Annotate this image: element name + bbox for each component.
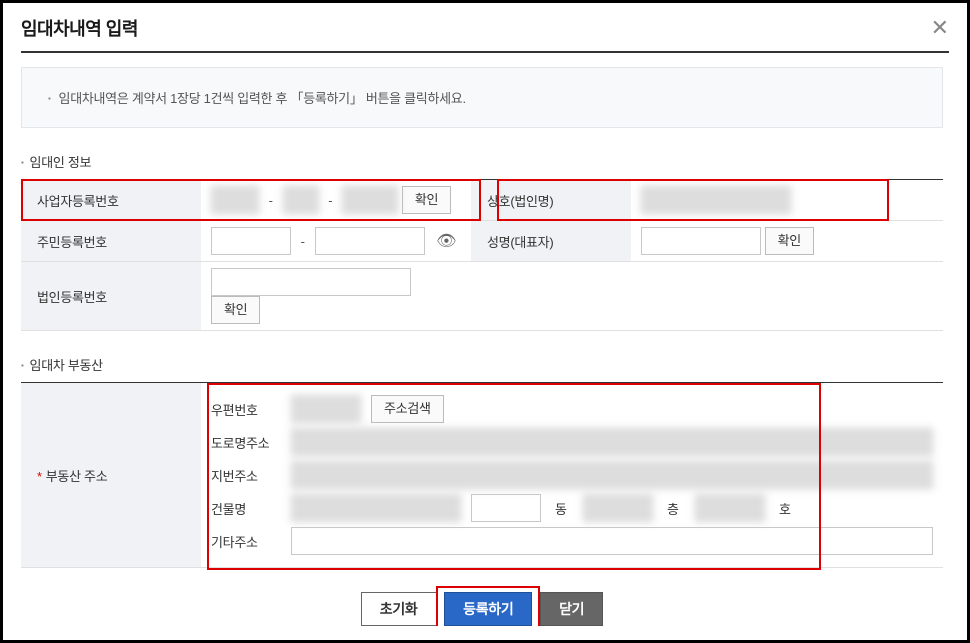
etc-label: 기타주소 bbox=[211, 532, 281, 551]
dash: - bbox=[328, 193, 332, 208]
corp-confirm-button[interactable]: 확인 bbox=[211, 296, 260, 324]
dash: - bbox=[269, 193, 273, 208]
bldg-input[interactable] bbox=[291, 494, 461, 522]
rrn-label: 주민등록번호 bbox=[21, 221, 201, 262]
addr-search-button[interactable]: 주소검색 bbox=[371, 395, 444, 423]
company-cell bbox=[631, 180, 943, 221]
road-label: 도로명주소 bbox=[211, 433, 281, 452]
rrn-input-1[interactable] bbox=[211, 227, 291, 255]
scroll-area[interactable]: 임대차내역은 계약서 1장당 1건씩 입력한 후 「등록하기」 버튼을 클릭하세… bbox=[21, 67, 949, 626]
biz-number-input-1[interactable] bbox=[211, 186, 259, 214]
notice-text: 임대차내역은 계약서 1장당 1건씩 입력한 후 「등록하기」 버튼을 클릭하세… bbox=[48, 88, 916, 107]
dash: - bbox=[301, 234, 305, 249]
biz-number-input-3[interactable] bbox=[342, 186, 398, 214]
submit-button[interactable]: 등록하기 bbox=[444, 592, 532, 626]
name-confirm-button[interactable]: 확인 bbox=[765, 227, 814, 255]
jibun-label: 지번주소 bbox=[211, 466, 281, 485]
jibun-input[interactable] bbox=[291, 461, 933, 489]
section-property: 임대차 부동산 bbox=[21, 355, 943, 374]
section-lessor: 임대인 정보 bbox=[21, 152, 943, 171]
dong-unit: 동 bbox=[555, 499, 567, 518]
ho-unit: 호 bbox=[779, 499, 791, 518]
company-input[interactable] bbox=[641, 186, 791, 214]
biz-number-input-2[interactable] bbox=[283, 186, 319, 214]
biz-number-cell: - - 확인 bbox=[201, 180, 471, 221]
etc-input[interactable] bbox=[291, 527, 933, 555]
corp-number-label: 법인등록번호 bbox=[21, 262, 201, 331]
road-input[interactable] bbox=[291, 428, 933, 456]
title-bar: 임대차내역 입력 ✕ bbox=[21, 15, 949, 53]
dong-input[interactable] bbox=[471, 494, 541, 522]
rep-name-cell: 확인 bbox=[631, 221, 943, 262]
dialog-title: 임대차내역 입력 bbox=[21, 15, 138, 41]
rep-name-input[interactable] bbox=[641, 227, 761, 255]
zip-label: 우편번호 bbox=[211, 400, 281, 419]
corp-number-input[interactable] bbox=[211, 268, 411, 296]
rrn-cell: - 👁 bbox=[201, 221, 471, 262]
eye-icon[interactable]: 👁 bbox=[436, 233, 456, 250]
required-star: * bbox=[37, 469, 42, 484]
button-bar: 초기화 등록하기 닫기 bbox=[21, 588, 943, 626]
rep-name-label: 성명(대표자) bbox=[471, 221, 631, 262]
notice-box: 임대차내역은 계약서 1장당 1건씩 입력한 후 「등록하기」 버튼을 클릭하세… bbox=[21, 67, 943, 128]
close-icon[interactable]: ✕ bbox=[931, 17, 949, 39]
addr-label: *부동산 주소 bbox=[21, 383, 201, 568]
floor-input[interactable] bbox=[583, 494, 653, 522]
bldg-label: 건물명 bbox=[211, 499, 281, 518]
dialog-window: 임대차내역 입력 ✕ 임대차내역은 계약서 1장당 1건씩 입력한 후 「등록하… bbox=[0, 0, 970, 643]
biz-number-label: 사업자등록번호 bbox=[21, 180, 201, 221]
lessor-table: 사업자등록번호 - - 확인 상호(법인명) 주민등록번호 bbox=[21, 179, 943, 331]
lessor-table-wrap: 사업자등록번호 - - 확인 상호(법인명) 주민등록번호 bbox=[21, 179, 943, 331]
reset-button[interactable]: 초기화 bbox=[361, 592, 437, 626]
company-label: 상호(법인명) bbox=[471, 180, 631, 221]
ho-input[interactable] bbox=[695, 494, 765, 522]
zip-input[interactable] bbox=[291, 395, 361, 423]
floor-unit: 층 bbox=[667, 499, 679, 518]
corp-number-cell: 확인 bbox=[201, 262, 471, 331]
rrn-input-2[interactable] bbox=[315, 227, 425, 255]
biz-confirm-button[interactable]: 확인 bbox=[402, 186, 451, 214]
addr-table-wrap: *부동산 주소 우편번호 주소검색 도로명주소 지번주 bbox=[21, 382, 943, 568]
close-button[interactable]: 닫기 bbox=[540, 592, 603, 626]
addr-cell: 우편번호 주소검색 도로명주소 지번주소 bbox=[201, 383, 943, 568]
addr-table: *부동산 주소 우편번호 주소검색 도로명주소 지번주 bbox=[21, 382, 943, 568]
